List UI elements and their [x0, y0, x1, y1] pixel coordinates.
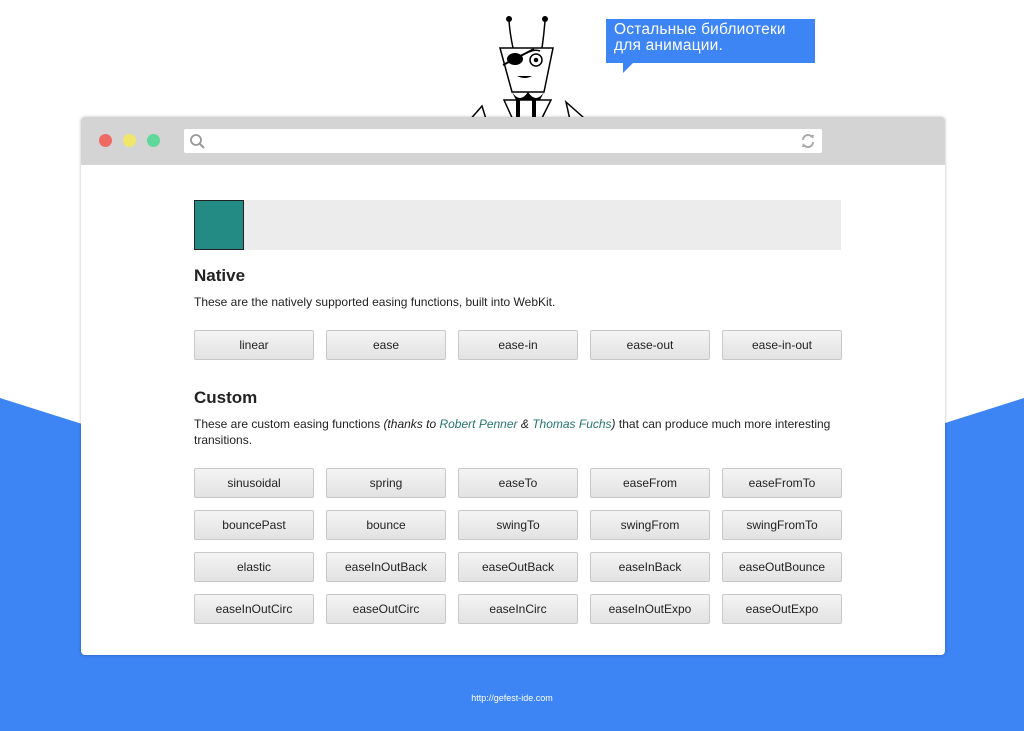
refresh-icon[interactable]	[800, 133, 816, 149]
browser-window: Native These are the natively supported …	[81, 117, 945, 655]
bubble-line-1: Остальные библиотеки	[614, 21, 786, 38]
easing-button-ease-in-out[interactable]: ease-in-out	[722, 330, 842, 360]
easing-button-easeInBack[interactable]: easeInBack	[590, 552, 710, 582]
native-buttons: linear ease ease-in ease-out ease-in-out	[194, 330, 842, 360]
easing-button-ease-out[interactable]: ease-out	[590, 330, 710, 360]
easing-button-easeFrom[interactable]: easeFrom	[590, 468, 710, 498]
easing-button-bouncePast[interactable]: bouncePast	[194, 510, 314, 540]
robot-mascot-icon	[466, 16, 586, 124]
custom-description: These are custom easing functions (thank…	[194, 416, 841, 448]
custom-buttons: sinusoidal spring easeTo easeFrom easeFromTo…	[194, 468, 842, 624]
easing-button-sinusoidal[interactable]: sinusoidal	[194, 468, 314, 498]
easing-button-linear[interactable]: linear	[194, 330, 314, 360]
thanks-text: (thanks to	[383, 417, 440, 431]
browser-titlebar	[81, 117, 945, 165]
easing-button-ease-in[interactable]: ease-in	[458, 330, 578, 360]
minimize-window-button[interactable]	[123, 134, 136, 147]
native-heading: Native	[194, 266, 246, 285]
thomas-fuchs-link[interactable]: Thomas Fuchs	[532, 417, 611, 431]
easing-button-bounce[interactable]: bounce	[326, 510, 446, 540]
easing-button-easeOutCirc[interactable]: easeOutCirc	[326, 594, 446, 624]
native-description: These are the natively supported easing …	[194, 295, 556, 309]
custom-heading: Custom	[194, 388, 258, 407]
easing-button-easeFromTo[interactable]: easeFromTo	[722, 468, 842, 498]
easing-button-spring[interactable]: spring	[326, 468, 446, 498]
address-bar[interactable]	[184, 129, 822, 153]
desc-text: These are custom easing functions	[194, 417, 384, 431]
robert-penner-link[interactable]: Robert Penner	[439, 417, 517, 431]
close-window-button[interactable]	[99, 134, 112, 147]
maximize-window-button[interactable]	[147, 134, 160, 147]
easing-button-easeOutExpo[interactable]: easeOutExpo	[722, 594, 842, 624]
footer-url[interactable]: http://gefest-ide.com	[0, 693, 1024, 703]
easing-button-easeOutBounce[interactable]: easeOutBounce	[722, 552, 842, 582]
easing-button-easeOutBack[interactable]: easeOutBack	[458, 552, 578, 582]
easing-button-swingTo[interactable]: swingTo	[458, 510, 578, 540]
bubble-line-2: для анимации.	[614, 37, 724, 54]
easing-button-easeInOutCirc[interactable]: easeInOutCirc	[194, 594, 314, 624]
easing-button-swingFrom[interactable]: swingFrom	[590, 510, 710, 540]
easing-button-easeInOutBack[interactable]: easeInOutBack	[326, 552, 446, 582]
animated-box	[194, 200, 244, 250]
easing-button-ease[interactable]: ease	[326, 330, 446, 360]
easing-button-swingFromTo[interactable]: swingFromTo	[722, 510, 842, 540]
amp-text: &	[517, 417, 533, 431]
easing-button-easeTo[interactable]: easeTo	[458, 468, 578, 498]
easing-button-easeInOutExpo[interactable]: easeInOutExpo	[590, 594, 710, 624]
easing-button-easeInCirc[interactable]: easeInCirc	[458, 594, 578, 624]
animation-track	[194, 200, 841, 250]
easing-button-elastic[interactable]: elastic	[194, 552, 314, 582]
speech-bubble: Остальные библиотеки для анимации.	[606, 19, 815, 73]
search-icon	[190, 134, 205, 149]
